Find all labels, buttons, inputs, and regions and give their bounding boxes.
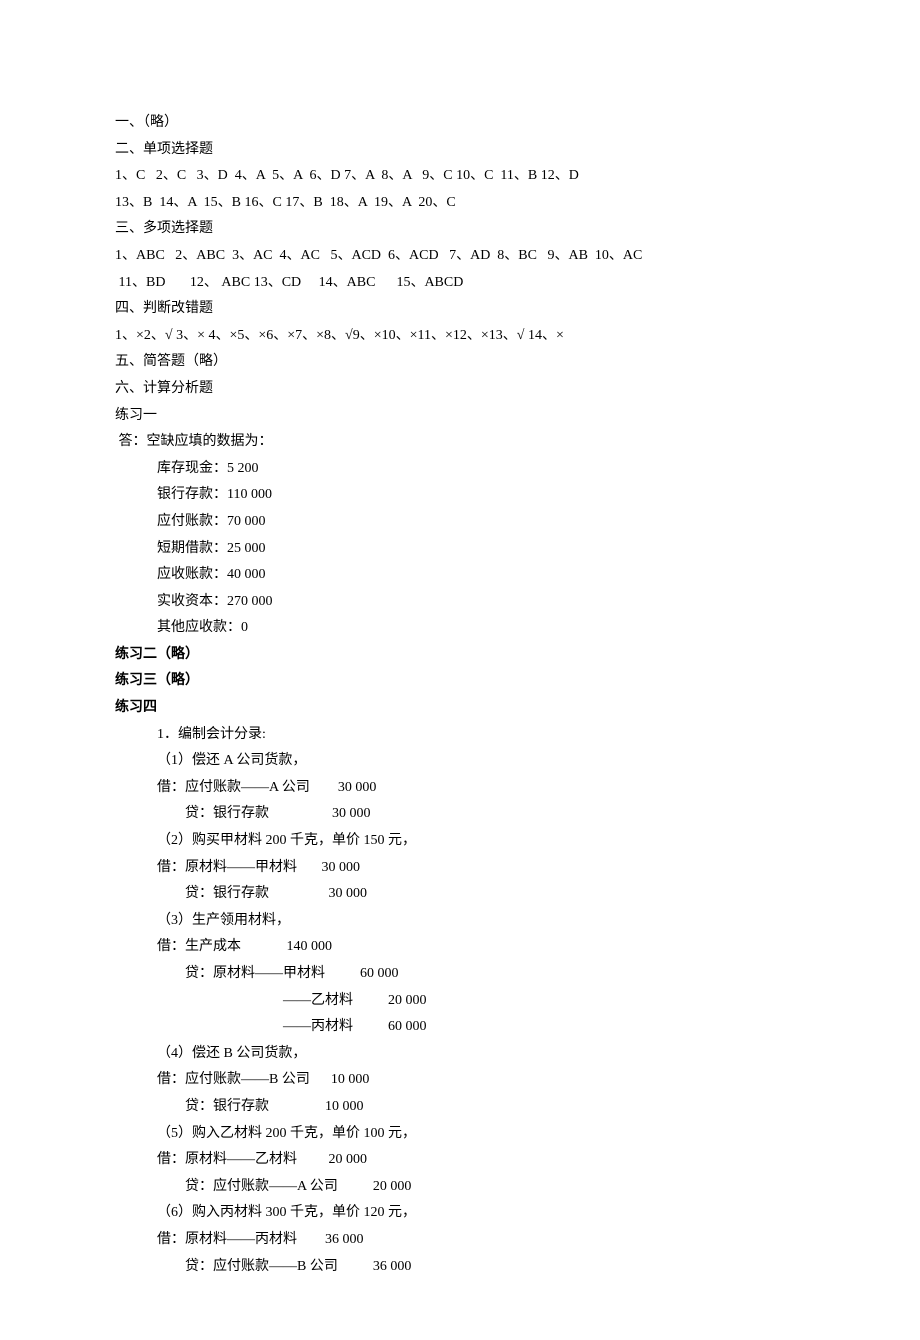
section-5: 五、简答题（略）	[115, 349, 805, 376]
section-3-title: 三、多项选择题	[115, 216, 805, 243]
entry-5-debit: 借：原材料——乙材料 20 000	[115, 1147, 805, 1174]
entry-2-credit: 贷：银行存款 30 000	[115, 881, 805, 908]
exercise-4-title: 练习四	[115, 695, 805, 722]
entry-4-desc: （4）偿还 B 公司货款，	[115, 1041, 805, 1068]
entry-3-debit: 借：生产成本 140 000	[115, 934, 805, 961]
entry-3-credit-2: ——乙材料 20 000	[115, 988, 805, 1015]
entry-3-credit-3: ——丙材料 60 000	[115, 1014, 805, 1041]
entry-4-credit: 贷：银行存款 10 000	[115, 1094, 805, 1121]
exercise-1-item: 应付账款：70 000	[115, 509, 805, 536]
entry-3-credit-1: 贷：原材料——甲材料 60 000	[115, 961, 805, 988]
entry-1-credit: 贷：银行存款 30 000	[115, 801, 805, 828]
section-2-title: 二、单项选择题	[115, 137, 805, 164]
section-1: 一、（略）	[115, 110, 805, 137]
entry-6-desc: （6）购入丙材料 300 千克，单价 120 元，	[115, 1200, 805, 1227]
entry-5-desc: （5）购入乙材料 200 千克，单价 100 元，	[115, 1121, 805, 1148]
exercise-3: 练习三（略）	[115, 668, 805, 695]
entry-5-credit: 贷：应付账款——A 公司 20 000	[115, 1174, 805, 1201]
section-6-title: 六、计算分析题	[115, 376, 805, 403]
exercise-1-item: 库存现金：5 200	[115, 456, 805, 483]
entry-2-debit: 借：原材料——甲材料 30 000	[115, 855, 805, 882]
exercise-1-item: 其他应收款：0	[115, 615, 805, 642]
section-2-answers-1: 1、C 2、C 3、D 4、A 5、A 6、D 7、A 8、A 9、C 10、C…	[115, 163, 805, 190]
entry-1-desc: （1）偿还 A 公司货款，	[115, 748, 805, 775]
section-3-answers-2: 11、BD 12、 ABC 13、CD 14、ABC 15、ABCD	[115, 270, 805, 297]
entry-2-desc: （2）购买甲材料 200 千克，单价 150 元，	[115, 828, 805, 855]
exercise-1-answer: 答：空缺应填的数据为：	[115, 429, 805, 456]
entry-6-credit: 贷：应付账款——B 公司 36 000	[115, 1254, 805, 1281]
exercise-1-item: 短期借款：25 000	[115, 536, 805, 563]
exercise-1-title: 练习一	[115, 403, 805, 430]
entry-6-debit: 借：原材料——丙材料 36 000	[115, 1227, 805, 1254]
exercise-2: 练习二（略）	[115, 642, 805, 669]
exercise-1-item: 实收资本：270 000	[115, 589, 805, 616]
section-2-answers-2: 13、B 14、A 15、B 16、C 17、B 18、A 19、A 20、C	[115, 190, 805, 217]
exercise-4-item-1: 1．编制会计分录:	[115, 722, 805, 749]
section-4-title: 四、判断改错题	[115, 296, 805, 323]
entry-1-debit: 借：应付账款——A 公司 30 000	[115, 775, 805, 802]
exercise-1-item: 应收账款：40 000	[115, 562, 805, 589]
entry-3-desc: （3）生产领用材料，	[115, 908, 805, 935]
entry-4-debit: 借：应付账款——B 公司 10 000	[115, 1067, 805, 1094]
section-4-answers: 1、×2、√ 3、× 4、×5、×6、×7、×8、√9、×10、×11、×12、…	[115, 323, 805, 350]
section-3-answers-1: 1、ABC 2、ABC 3、AC 4、AC 5、ACD 6、ACD 7、AD 8…	[115, 243, 805, 270]
exercise-1-item: 银行存款：110 000	[115, 482, 805, 509]
